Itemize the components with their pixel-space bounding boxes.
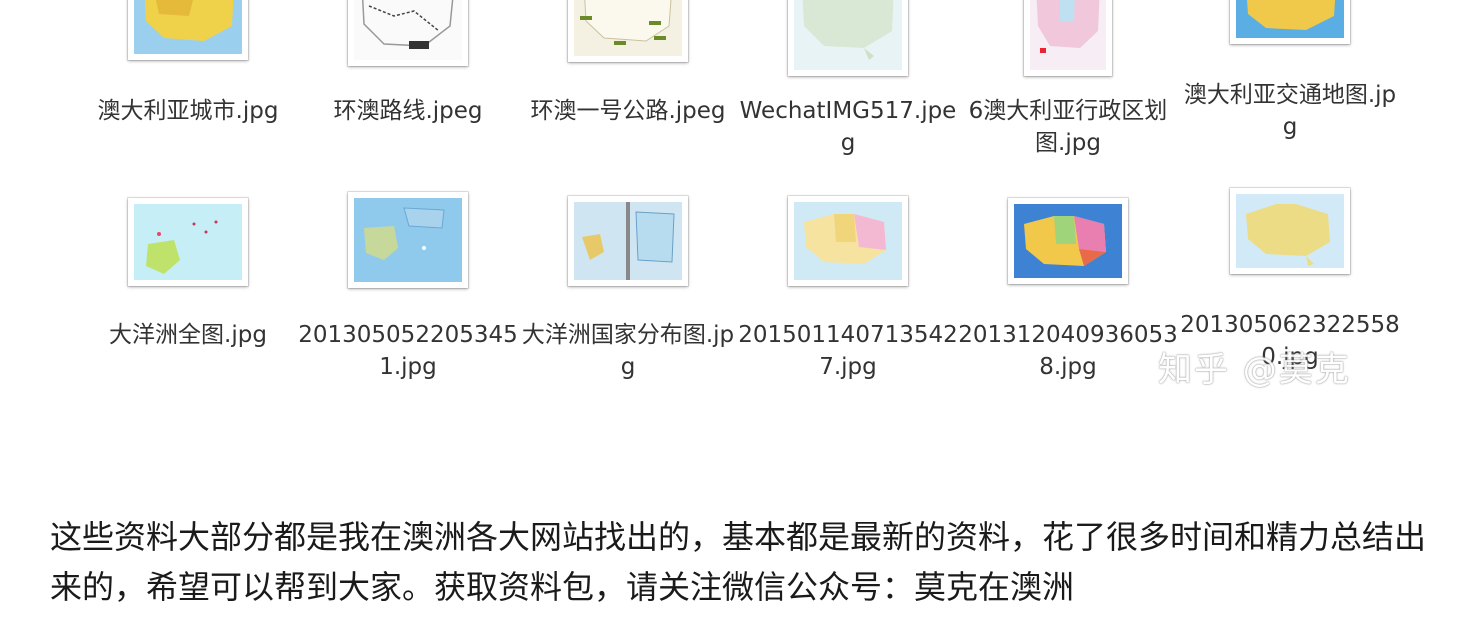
file-thumbnail[interactable] (1230, 0, 1350, 44)
file-thumbnail[interactable] (348, 0, 468, 66)
file-thumbnail[interactable] (1008, 198, 1128, 284)
file-name: WechatIMG517.jpeg (739, 98, 957, 156)
file-thumbnail[interactable] (568, 0, 688, 62)
file-thumbnail[interactable] (788, 0, 908, 76)
file-name: 澳大利亚交通地图.jpg (1183, 82, 1397, 140)
file-thumbnail[interactable] (128, 198, 248, 286)
body-paragraph: 这些资料大部分都是我在澳洲各大网站找出的，基本都是最新的资料，花了很多时间和精力… (50, 518, 1427, 606)
file-name: 2013120409360538.jpg (958, 322, 1178, 380)
file-name: 6澳大利亚行政区划图.jpg (968, 98, 1168, 156)
file-thumbnail[interactable] (348, 192, 468, 288)
file-thumbnail[interactable] (1024, 0, 1112, 76)
file-name: 环澳一号公路.jpeg (530, 98, 726, 124)
file-name: 大洋洲国家分布图.jpg (521, 322, 735, 380)
file-thumbnail[interactable] (128, 0, 248, 60)
file-name: 2013050522053451.jpg (298, 322, 518, 380)
file-name: 大洋洲全图.jpg (109, 322, 267, 348)
watermark: 知乎 @莫克 (1158, 350, 1351, 390)
file-name: 环澳路线.jpeg (333, 98, 483, 124)
file-name: 澳大利亚城市.jpg (97, 98, 279, 124)
file-thumbnail[interactable] (788, 196, 908, 286)
file-thumbnail[interactable] (1230, 188, 1350, 274)
file-name: 2015011407135427.jpg (738, 322, 958, 380)
file-thumbnail[interactable] (568, 196, 688, 286)
